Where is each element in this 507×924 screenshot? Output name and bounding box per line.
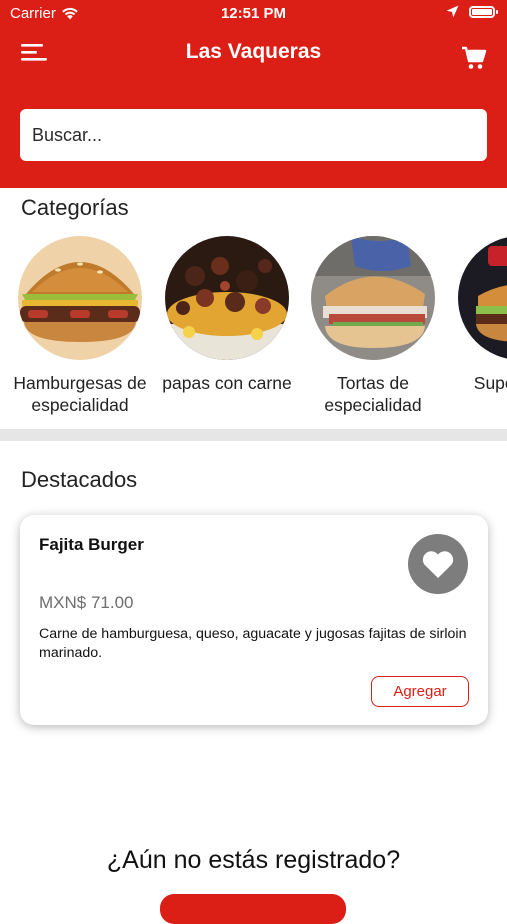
- register-button[interactable]: [160, 894, 346, 924]
- category-label: Hamburgesas de especialidad: [13, 373, 147, 415]
- category-image: [458, 236, 507, 360]
- favorite-button[interactable]: [408, 534, 468, 594]
- categories-title: Categorías: [21, 195, 129, 220]
- register-question: ¿Aún no estás registrado?: [106, 846, 401, 874]
- section-divider: [0, 429, 507, 441]
- category-item-super[interactable]: Super Supe: [446, 232, 507, 394]
- category-item-tortas[interactable]: Tortas de especialidad: [299, 232, 447, 416]
- status-time: 12:51 PM: [220, 5, 287, 22]
- add-to-cart-button[interactable]: Agregar: [371, 676, 469, 707]
- battery-icon: [469, 5, 498, 18]
- product-price: MXN$ 71.00: [39, 593, 134, 612]
- app-title: Las Vaqueras: [185, 40, 322, 63]
- burger-image: [18, 236, 142, 360]
- category-image: [311, 236, 435, 360]
- product-description: Carne de hamburguesa, queso, aguacate y …: [39, 626, 467, 661]
- product-card[interactable]: Fajita Burger MXN$ 71.00 Carne de hambur…: [20, 515, 488, 725]
- product-name: Fajita Burger: [39, 535, 144, 554]
- app-header: Carrier 12:51 PM Las Vaqueras: [0, 0, 507, 188]
- category-item-hamburguesas[interactable]: Hamburgesas de especialidad: [6, 232, 154, 416]
- location-arrow-icon: [446, 5, 459, 18]
- super-image: [458, 236, 507, 360]
- cart-button[interactable]: [461, 45, 487, 71]
- heart-icon: [422, 551, 454, 578]
- status-bar: Carrier 12:51 PM: [0, 0, 507, 28]
- status-right: [446, 5, 498, 18]
- category-label: papas con carne: [162, 373, 292, 393]
- featured-title: Destacados: [21, 467, 138, 492]
- torta-image: [311, 236, 435, 360]
- category-label: Super Supe: [473, 373, 507, 393]
- fries-image: [165, 236, 289, 360]
- battery-fill: [472, 8, 492, 15]
- category-item-papas[interactable]: papas con carne: [153, 232, 301, 394]
- category-image: [18, 236, 142, 360]
- cart-icon: [462, 46, 487, 69]
- categories-carousel[interactable]: Hamburgesas de especialidad papas con ca…: [0, 232, 507, 422]
- search-input[interactable]: [30, 123, 487, 147]
- search-bar[interactable]: [20, 109, 487, 161]
- category-image: [165, 236, 289, 360]
- category-label: Tortas de especialidad: [324, 373, 422, 415]
